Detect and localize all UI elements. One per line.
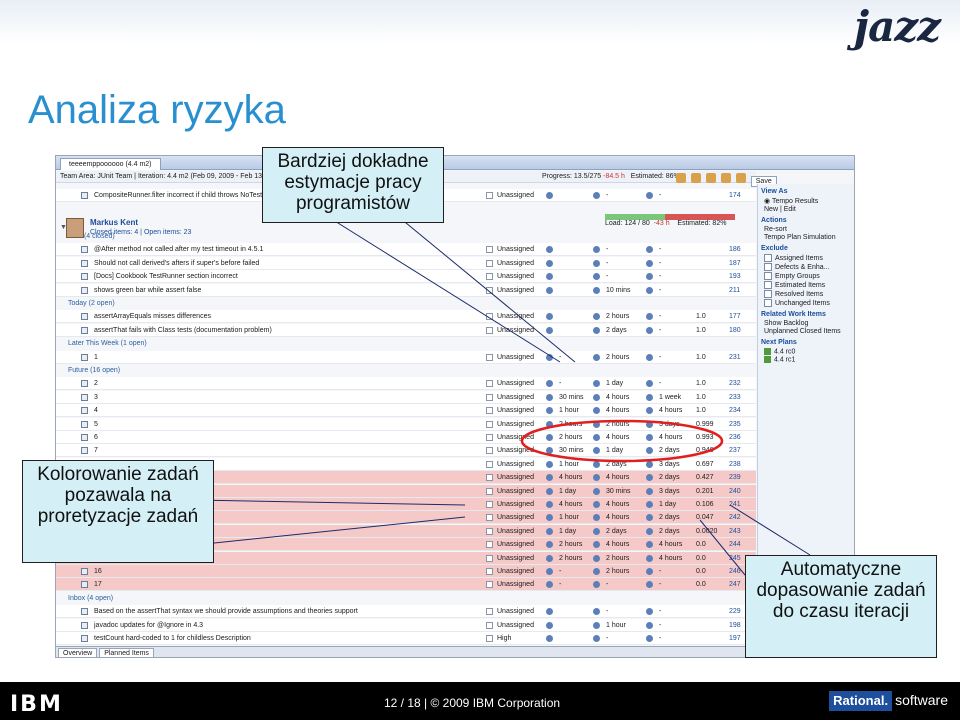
footer: IBM 12 / 18 | © 2009 IBM Corporation Rat… (0, 682, 960, 720)
page-number: 12 / 18 | © 2009 IBM Corporation (384, 696, 561, 710)
callout-pointer (329, 217, 561, 363)
callout-estimation: Bardziej dokładne estymacje pracy progra… (262, 147, 444, 223)
callout-pointer (194, 499, 466, 506)
highlight-ellipse (520, 419, 724, 463)
callout-coloring: Kolorowanie zadań pozawala na proretyzac… (22, 460, 214, 563)
callout-pointer (399, 217, 576, 363)
callout-pointer (699, 519, 746, 576)
rational-logo: Rational. software (829, 690, 948, 712)
callout-pointer (194, 516, 466, 546)
ibm-logo: IBM (10, 692, 63, 717)
callout-auto-fit: Automatyczne dopasowanie zadań do czasu … (745, 555, 937, 658)
callout-pointer (729, 504, 811, 556)
slide: jazz Analiza ryzyka teeeemppoooooo (4.4 … (0, 0, 960, 720)
